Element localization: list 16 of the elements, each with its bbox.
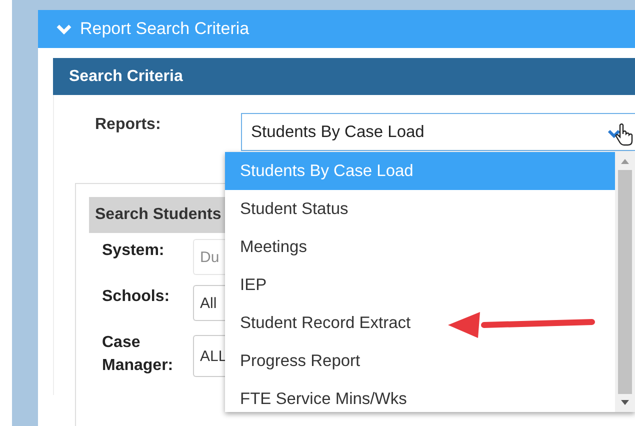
section-title: Search Criteria: [69, 68, 183, 86]
reports-dropdown[interactable]: Students By Case Load: [241, 113, 635, 151]
field-label: Schools:: [102, 287, 171, 307]
field-label: System:: [102, 241, 166, 261]
subsection-title: Search Students: [95, 206, 222, 224]
dropdown-option[interactable]: FTE Service Mins/Wks: [225, 380, 615, 418]
chevron-down-icon: [607, 129, 621, 139]
reports-label: Reports:: [95, 116, 162, 134]
scrollbar-thumb[interactable]: [618, 170, 632, 394]
dropdown-option[interactable]: Student Status: [225, 190, 615, 228]
scrollbar[interactable]: [615, 152, 635, 412]
panel-title: Report Search Criteria: [80, 19, 250, 39]
select-value: Students By Case Load: [251, 122, 426, 142]
field-label: Case Manager:: [102, 333, 174, 376]
scroll-up-icon: [620, 158, 630, 164]
scroll-down-icon: [620, 400, 630, 406]
